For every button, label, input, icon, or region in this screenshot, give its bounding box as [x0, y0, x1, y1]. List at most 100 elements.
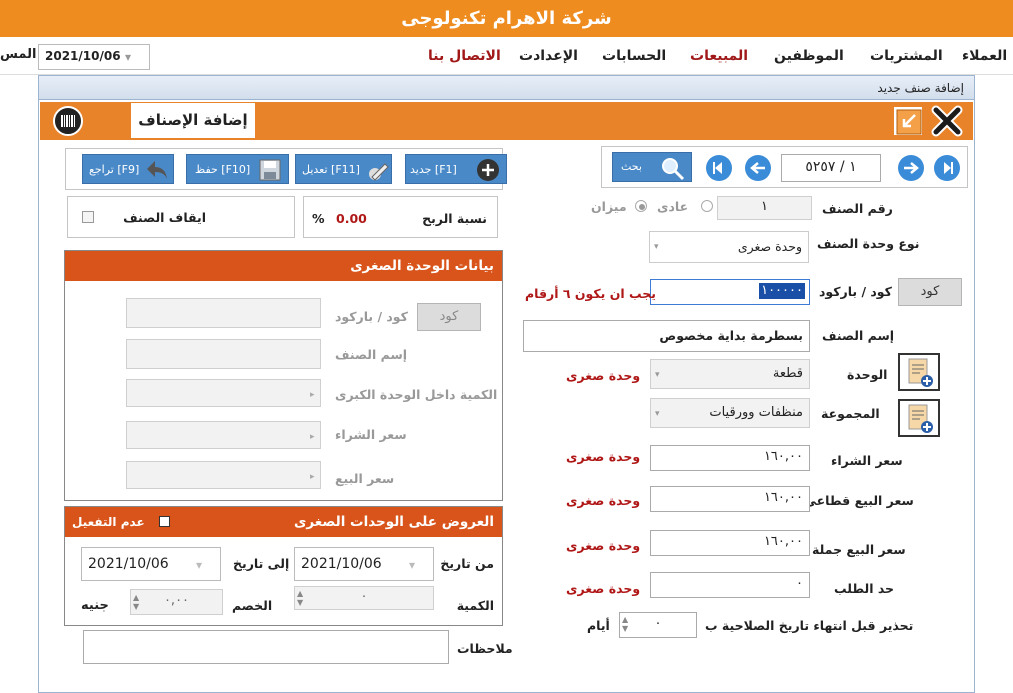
edit-button-label: تعديل [F11]	[302, 163, 360, 176]
expiry-days-input[interactable]: ٠ ▲ ▼	[619, 612, 697, 638]
offers-panel: العروض على الوحدات الصغرى عدم التفعيل من…	[64, 506, 503, 626]
menu-customers[interactable]: العملاء	[962, 48, 1007, 64]
su-qty-input[interactable]: ▸	[126, 379, 321, 407]
type-scale-radio[interactable]	[635, 200, 647, 212]
su-sale-label: سعر البيع	[335, 471, 395, 486]
su-purchase-label: سعر الشراء	[335, 427, 407, 442]
su-barcode-label: كود / باركود	[335, 309, 408, 324]
qty-spin-icon[interactable]: ▲ ▼	[297, 589, 303, 607]
unit-dropdown-icon[interactable]: ▾	[655, 365, 660, 385]
from-date-picker[interactable]: 2021/10/06 ▾	[294, 547, 434, 581]
su-sale-spin-icon[interactable]: ▸	[310, 468, 315, 486]
notes-input[interactable]	[83, 630, 449, 664]
add-item-window: إضافة صنف جديد إضافة الإصناف ١ / ٥٢٥٧ بح…	[38, 75, 975, 693]
offers-disable-checkbox[interactable]	[159, 516, 170, 527]
qty-label: الكمية	[456, 598, 494, 613]
notes-label: ملاحظات	[457, 641, 513, 656]
discount-label: الخصم	[232, 598, 273, 613]
menu-cut-label: المس	[0, 47, 37, 62]
group-value: منظفات وورقيات	[709, 405, 803, 420]
su-barcode-input[interactable]	[126, 298, 321, 328]
barcode-label: كود / باركود	[819, 284, 892, 299]
item-name-value: بسطرمة بداية مخصوص	[659, 328, 803, 343]
su-sale-input[interactable]: ▸	[126, 461, 321, 489]
purchase-price-value: ١٦٠,٠٠	[763, 449, 803, 464]
menu-settings[interactable]: الإعدادت	[519, 48, 578, 64]
expiry-spin-icon[interactable]: ▲ ▼	[622, 615, 628, 633]
small-unit-panel: بيانات الوحدة الصغرى كود كود / باركود إس…	[64, 250, 503, 501]
search-icon	[662, 158, 685, 181]
discount-spin-icon[interactable]: ▲ ▼	[133, 593, 139, 611]
item-no-input[interactable]: ١	[717, 196, 812, 220]
barcode-icon	[53, 106, 83, 136]
menu-contact[interactable]: الاتصال بنا	[428, 48, 501, 64]
su-name-input[interactable]	[126, 339, 321, 369]
currency-label: جنيه	[81, 598, 109, 613]
first-record-icon[interactable]	[934, 155, 960, 181]
menu-sales[interactable]: المبيعات	[690, 48, 748, 64]
stop-item-checkbox[interactable]	[82, 211, 94, 223]
from-date-value: 2021/10/06	[301, 556, 382, 572]
discount-input[interactable]: ٠,٠٠ ▲ ▼	[130, 589, 223, 615]
unit-note: وحدة صغرى	[566, 368, 641, 383]
add-unit-icon[interactable]	[898, 353, 940, 391]
unit-type-label: نوع وحدة الصنف	[817, 236, 920, 251]
menu-accounts[interactable]: الحسابات	[602, 48, 666, 64]
reorder-value: ٠	[796, 576, 803, 591]
menu-date-picker[interactable]: 2021/10/06 ▾	[38, 44, 150, 70]
group-dropdown-icon[interactable]: ▾	[655, 404, 660, 424]
app-title: شركة الاهرام تكنولوجى	[0, 0, 1013, 37]
menu-bar: العملاء المشتريات الموظفين المبيعات الحس…	[0, 37, 1013, 75]
minimize-icon[interactable]	[894, 107, 922, 135]
su-name-label: إسم الصنف	[335, 347, 408, 362]
type-normal-radio[interactable]	[701, 200, 713, 212]
unit-type-dropdown-icon[interactable]: ▾	[654, 236, 659, 258]
purchase-price-input[interactable]: ١٦٠,٠٠	[650, 445, 810, 471]
su-purchase-input[interactable]: ▸	[126, 421, 321, 449]
wholesale-note: وحدة صغرى	[566, 538, 641, 553]
purchase-price-label: سعر الشراء	[831, 453, 903, 468]
wholesale-price-value: ١٦٠,٠٠	[763, 534, 803, 549]
reorder-label: حد الطلب	[834, 581, 895, 596]
to-date-value: 2021/10/06	[88, 556, 169, 572]
menu-purchases[interactable]: المشتريات	[870, 48, 943, 64]
menu-date-value: 2021/10/06	[45, 49, 121, 63]
item-name-input[interactable]: بسطرمة بداية مخصوص	[523, 320, 810, 352]
calendar-dropdown-icon: ▾	[125, 50, 132, 64]
group-select[interactable]: منظفات وورقيات ▾	[650, 398, 810, 428]
record-navigator: ١ / ٥٢٥٧ بحث	[601, 146, 968, 188]
from-date-label: من تاريخ	[440, 556, 494, 571]
from-date-dropdown-icon[interactable]: ▾	[409, 552, 415, 578]
retail-note: وحدة صغرى	[566, 493, 641, 508]
save-button[interactable]: حفظ [F10]	[186, 154, 289, 184]
retail-price-label: سعر البيع قطاعى	[804, 493, 914, 508]
close-icon[interactable]	[930, 105, 964, 137]
su-qty-spin-icon[interactable]: ▸	[310, 386, 315, 404]
previous-record-icon[interactable]	[745, 155, 771, 181]
su-purchase-spin-icon[interactable]: ▸	[310, 428, 315, 446]
to-date-picker[interactable]: 2021/10/06 ▾	[81, 547, 221, 581]
retail-price-input[interactable]: ١٦٠,٠٠	[650, 486, 810, 512]
unit-type-select[interactable]: وحدة صغرى ▾	[649, 231, 809, 263]
wholesale-price-label: سعر البيع جملة	[812, 542, 906, 557]
menu-employees[interactable]: الموظفين	[774, 48, 844, 64]
undo-button[interactable]: تراجع [F9]	[82, 154, 174, 184]
next-record-icon[interactable]	[898, 155, 924, 181]
qty-input[interactable]: ٠ ▲ ▼	[294, 586, 434, 610]
new-button[interactable]: جديد [F1]	[405, 154, 507, 184]
profit-panel: نسبة الربح 0.00 %	[303, 196, 498, 238]
purchase-note: وحدة صغرى	[566, 449, 641, 464]
barcode-input[interactable]: ١٠٠٠٠٠	[650, 279, 810, 305]
to-date-dropdown-icon[interactable]: ▾	[196, 552, 202, 578]
last-record-icon[interactable]	[706, 155, 732, 181]
reorder-input[interactable]: ٠	[650, 572, 810, 598]
add-group-icon[interactable]	[898, 399, 940, 437]
su-code-button[interactable]: كود	[417, 303, 481, 331]
search-button[interactable]: بحث	[612, 152, 692, 182]
edit-button[interactable]: تعديل [F11]	[295, 154, 392, 184]
wholesale-price-input[interactable]: ١٦٠,٠٠	[650, 530, 810, 556]
unit-select[interactable]: قطعة ▾	[650, 359, 810, 389]
discount-value: ٠,٠٠	[163, 593, 190, 608]
small-unit-title: بيانات الوحدة الصغرى	[350, 258, 494, 274]
code-button[interactable]: كود	[898, 278, 962, 306]
